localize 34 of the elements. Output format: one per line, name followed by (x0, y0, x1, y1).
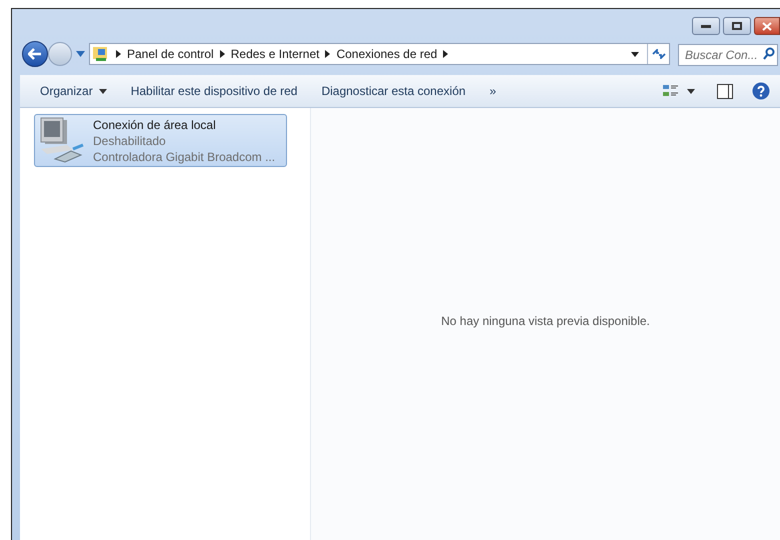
connection-name: Conexión de área local (93, 117, 217, 133)
maximize-button[interactable] (723, 17, 751, 35)
close-button[interactable] (754, 17, 780, 35)
toolbar-button[interactable]: Habilitar este dispositivo de red (120, 79, 308, 103)
no-preview-message: No hay ninguna vista previa disponible. (441, 313, 650, 330)
details-view-icon (663, 84, 679, 98)
breadcrumb-arrow-icon[interactable] (116, 50, 121, 58)
back-arrow-icon (28, 48, 42, 60)
breadcrumb-arrow-icon[interactable] (443, 50, 448, 58)
breadcrumb-link[interactable]: Redes e Internet (230, 45, 320, 63)
refresh-icon (652, 49, 666, 59)
connection-device: Controladora Gigabit Broadcom ... (93, 149, 276, 165)
control-panel-icon (92, 46, 110, 62)
caret-icon (98, 88, 107, 94)
address-bar[interactable]: Panel de control Redes e Internet Conexiones de red (89, 43, 670, 65)
connection-status: Deshabilitado (93, 133, 167, 149)
help-icon[interactable] (752, 82, 770, 100)
caret-icon (687, 88, 695, 94)
preview-pane-icon[interactable] (717, 84, 733, 98)
breadcrumb-arrow-icon[interactable] (220, 50, 225, 58)
breadcrumb-link[interactable]: Conexiones de red (336, 45, 438, 63)
minimize-button[interactable] (692, 17, 720, 35)
close-icon (762, 22, 772, 30)
breadcrumb-arrow-icon[interactable] (325, 50, 330, 58)
search-field[interactable]: Buscar Con... (678, 44, 778, 66)
toolbar-button[interactable]: » (480, 79, 506, 103)
breadcrumb-link[interactable]: Panel de control (127, 45, 214, 63)
connection-item[interactable]: Conexión de área local Deshabilitado Controladora Gigabit Broadcom ... (34, 114, 287, 167)
back-button[interactable] (22, 41, 48, 67)
toolbar-button[interactable]: Organizar (30, 79, 117, 103)
toolbar-button[interactable]: Diagnosticar esta conexión (311, 79, 476, 103)
search-icon[interactable] (763, 47, 775, 60)
address-dropdown-icon[interactable] (631, 52, 639, 56)
history-dropdown-icon[interactable] (76, 51, 85, 57)
